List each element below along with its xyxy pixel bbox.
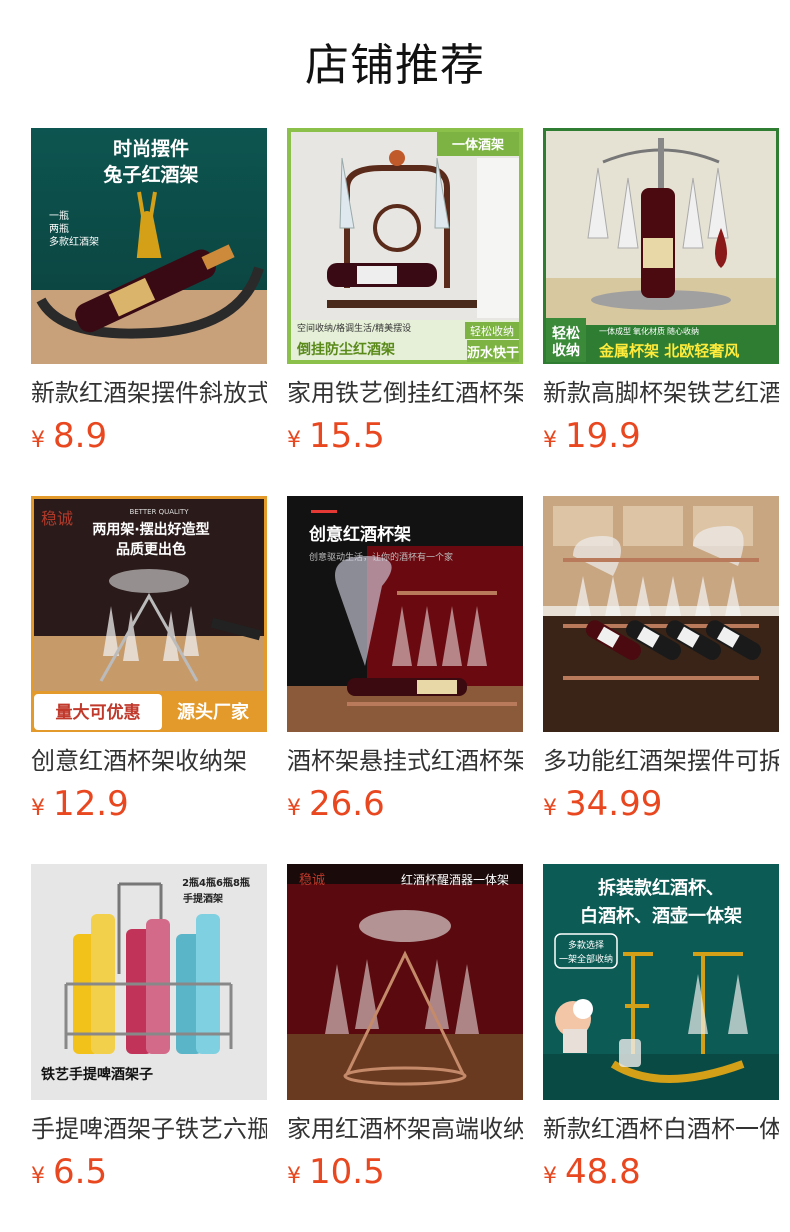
price-value: 10.5 [309,1152,385,1192]
product-price: ¥48.8 [543,1152,641,1196]
svg-text:氧化材质: 氧化材质 [633,326,665,336]
product-image[interactable]: 拆装款红酒杯、 白酒杯、酒壶一体架 多款选择 一架全部收纳 [543,864,779,1100]
svg-text:2瓶4瓶6瓶8瓶: 2瓶4瓶6瓶8瓶 [182,876,250,889]
product-image[interactable]: 轻松 收纳 一体成型 氧化材质 随心收纳 金属杯架 北欧轻奢风 [543,128,779,364]
svg-text:兔子红酒架: 兔子红酒架 [102,163,198,186]
price-value: 8.9 [53,416,108,456]
price-value: 26.6 [309,784,385,824]
svg-text:两用架·摆出好造型: 两用架·摆出好造型 [92,521,209,538]
svg-text:源头厂家: 源头厂家 [177,701,250,723]
currency-symbol: ¥ [31,796,45,821]
price-value: 12.9 [53,784,129,824]
product-card[interactable]: 多功能红酒架摆件可拆 ¥34.99 [543,496,779,836]
product-name[interactable]: 家用红酒杯架高端收纳 [287,1112,523,1146]
product-image-art: 稳诚 BETTER QUALITY 两用架·摆出好造型 品质更出色 量大可优惠 … [31,496,267,732]
svg-text:轻松收纳: 轻松收纳 [470,324,514,338]
product-card[interactable]: 2瓶4瓶6瓶8瓶 手提酒架 铁艺手提啤酒架子 手提啤酒架子铁艺六瓶 ¥6.5 [31,864,267,1204]
svg-text:一架全部收纳: 一架全部收纳 [559,953,613,965]
currency-symbol: ¥ [543,428,557,453]
product-image-art: 2瓶4瓶6瓶8瓶 手提酒架 铁艺手提啤酒架子 [31,864,267,1100]
currency-symbol: ¥ [287,796,301,821]
product-image[interactable]: 创意红酒杯架 创意驱动生活，让你的酒杯有一个家 [287,496,523,732]
product-name[interactable]: 酒杯架悬挂式红酒杯架 [287,744,523,778]
svg-text:稳诚: 稳诚 [299,872,325,888]
svg-text:创意红酒杯架: 创意红酒杯架 [308,524,411,545]
svg-text:时尚摆件: 时尚摆件 [113,137,189,160]
product-image-art: 轻松 收纳 一体成型 氧化材质 随心收纳 金属杯架 北欧轻奢风 [543,128,779,364]
price-value: 34.99 [565,784,663,824]
product-card[interactable]: 时尚摆件 兔子红酒架 一瓶 两瓶 多款红酒架 新款红酒架摆件斜放式 ¥8.9 [31,128,267,468]
svg-text:轻松: 轻松 [552,325,580,342]
product-name[interactable]: 新款红酒杯白酒杯一体 [543,1112,779,1146]
product-image-art: 拆装款红酒杯、 白酒杯、酒壶一体架 多款选择 一架全部收纳 [543,864,779,1100]
svg-text:红酒杯醒酒器一体架: 红酒杯醒酒器一体架 [401,872,509,887]
svg-text:品质更出色: 品质更出色 [116,541,186,558]
product-name[interactable]: 多功能红酒架摆件可拆 [543,744,779,778]
price-value: 15.5 [309,416,385,456]
product-image-art: 稳诚 红酒杯醒酒器一体架 [287,864,523,1100]
currency-symbol: ¥ [543,796,557,821]
svg-text:一瓶: 一瓶 [49,209,69,222]
product-image-art: 创意红酒杯架 创意驱动生活，让你的酒杯有一个家 [287,496,523,732]
svg-text:量大可优惠: 量大可优惠 [56,702,141,723]
svg-text:稳诚: 稳诚 [41,509,73,528]
product-price: ¥34.99 [543,784,662,828]
product-price: ¥19.9 [543,416,641,460]
product-image[interactable]: 2瓶4瓶6瓶8瓶 手提酒架 铁艺手提啤酒架子 [31,864,267,1100]
product-card[interactable]: 创意红酒杯架 创意驱动生活，让你的酒杯有一个家 酒杯架悬挂式红酒杯架 ¥26.6 [287,496,523,836]
product-card[interactable]: 轻松 收纳 一体成型 氧化材质 随心收纳 金属杯架 北欧轻奢风 新款高脚杯架铁艺… [543,128,779,468]
product-price: ¥12.9 [31,784,129,828]
product-image[interactable]: 稳诚 BETTER QUALITY 两用架·摆出好造型 品质更出色 量大可优惠 … [31,496,267,732]
product-price: ¥26.6 [287,784,385,828]
svg-text:一体酒架: 一体酒架 [452,137,504,153]
svg-text:白酒杯、酒壶一体架: 白酒杯、酒壶一体架 [580,905,742,927]
product-image-art: 时尚摆件 兔子红酒架 一瓶 两瓶 多款红酒架 [31,128,267,364]
product-card[interactable]: 一体酒架 空间收纳/格调生活/精美摆设 轻松收纳 倒挂防尘红酒架 沥水快干 家用… [287,128,523,468]
product-name[interactable]: 家用铁艺倒挂红酒杯架 [287,376,523,410]
currency-symbol: ¥ [287,1164,301,1189]
svg-text:金属杯架 北欧轻奢风: 金属杯架 北欧轻奢风 [598,342,739,360]
product-name[interactable]: 创意红酒杯架收纳架 [31,744,267,778]
currency-symbol: ¥ [31,1164,45,1189]
product-name[interactable]: 新款红酒架摆件斜放式 [31,376,267,410]
svg-text:手提酒架: 手提酒架 [183,892,223,905]
svg-text:铁艺手提啤酒架子: 铁艺手提啤酒架子 [41,1066,153,1083]
product-name[interactable]: 新款高脚杯架铁艺红酒 [543,376,779,410]
product-price: ¥8.9 [31,416,107,460]
svg-text:一体成型: 一体成型 [599,326,631,336]
product-card[interactable]: 拆装款红酒杯、 白酒杯、酒壶一体架 多款选择 一架全部收纳 新款红酒杯白酒杯一体… [543,864,779,1204]
currency-symbol: ¥ [543,1164,557,1189]
svg-text:收纳: 收纳 [552,342,580,359]
product-image[interactable]: 稳诚 红酒杯醒酒器一体架 [287,864,523,1100]
price-value: 48.8 [565,1152,641,1192]
product-image-art: 一体酒架 空间收纳/格调生活/精美摆设 轻松收纳 倒挂防尘红酒架 沥水快干 [287,128,523,364]
price-value: 19.9 [565,416,641,456]
product-image[interactable]: 时尚摆件 兔子红酒架 一瓶 两瓶 多款红酒架 [31,128,267,364]
svg-text:空间收纳/格调生活/精美摆设: 空间收纳/格调生活/精美摆设 [297,322,411,334]
svg-text:多款红酒架: 多款红酒架 [49,235,99,248]
svg-text:倒挂防尘红酒架: 倒挂防尘红酒架 [296,341,395,358]
svg-text:BETTER QUALITY: BETTER QUALITY [129,508,189,516]
product-image[interactable] [543,496,779,732]
product-name[interactable]: 手提啤酒架子铁艺六瓶 [31,1112,267,1146]
product-card[interactable]: 稳诚 BETTER QUALITY 两用架·摆出好造型 品质更出色 量大可优惠 … [31,496,267,836]
svg-text:拆装款红酒杯、: 拆装款红酒杯、 [598,877,724,899]
svg-text:随心收纳: 随心收纳 [667,326,699,336]
page-title: 店铺推荐 [305,40,485,91]
currency-symbol: ¥ [287,428,301,453]
product-image-art [543,496,779,732]
product-image[interactable]: 一体酒架 空间收纳/格调生活/精美摆设 轻松收纳 倒挂防尘红酒架 沥水快干 [287,128,523,364]
svg-text:多款选择: 多款选择 [568,939,604,951]
product-price: ¥15.5 [287,416,385,460]
currency-symbol: ¥ [31,428,45,453]
svg-text:两瓶: 两瓶 [49,222,69,235]
price-value: 6.5 [53,1152,108,1192]
product-price: ¥10.5 [287,1152,385,1196]
product-card[interactable]: 稳诚 红酒杯醒酒器一体架 家用红酒杯架高端收纳 ¥10.5 [287,864,523,1204]
product-price: ¥6.5 [31,1152,107,1196]
svg-text:沥水快干: 沥水快干 [467,345,519,361]
